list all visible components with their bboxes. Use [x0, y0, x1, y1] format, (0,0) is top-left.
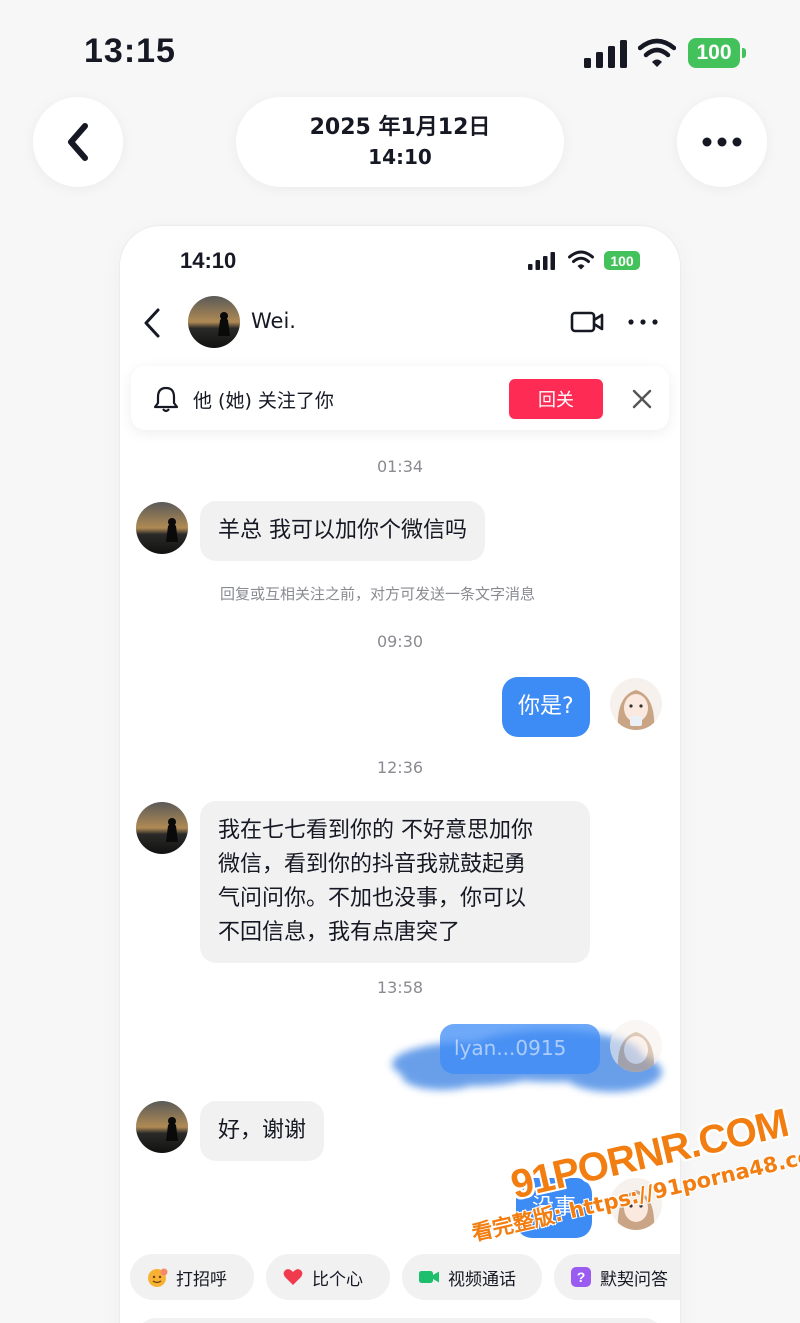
quick-reply-chip[interactable]: 视频通话 [402, 1254, 542, 1300]
quick-reply-label: 默契问答 [600, 1269, 668, 1290]
more-options-button[interactable] [677, 97, 767, 187]
outgoing-message[interactable]: 你是? [502, 677, 590, 737]
ellipsis-icon[interactable] [626, 310, 660, 334]
message-line: 不回信息，我有点唐突了 [218, 920, 461, 945]
message-timestamp: 13:58 [376, 978, 424, 997]
quick-reply-label: 视频通话 [448, 1269, 516, 1290]
chevron-left-icon [68, 123, 88, 161]
quick-reply-bar: 打招呼 比个心 视频通话 ? 默契问答 [120, 1254, 680, 1302]
wave-emoji-icon [148, 1268, 168, 1287]
system-note: 回复或互相关注之前，对方可发送一条文字消息 [220, 585, 536, 603]
message-timestamp: 12:36 [376, 758, 424, 777]
chat-header: Wei. [120, 292, 680, 356]
inner-clock: 14:10 [180, 248, 237, 273]
incoming-message[interactable]: 我在七七看到你的 不好意思加你 微信，看到你的抖音我就鼓起勇 气问问你。不加也没… [200, 801, 590, 963]
contact-avatar[interactable] [136, 1101, 188, 1153]
svg-text:?: ? [577, 1269, 586, 1285]
message-line: 我在七七看到你的 不好意思加你 [218, 818, 533, 843]
heart-icon [283, 1269, 303, 1285]
message-input[interactable] [136, 1318, 664, 1323]
outer-clock: 13:15 [84, 32, 176, 70]
quick-reply-chip[interactable]: 比个心 [266, 1254, 390, 1300]
signal-icon [584, 40, 627, 68]
bell-icon [153, 386, 179, 413]
quick-reply-chip[interactable]: ? 默契问答 [554, 1254, 680, 1300]
obscured-message-text: lyan...0915 [454, 1036, 567, 1060]
user-avatar[interactable] [610, 678, 662, 730]
outer-status-bar: 13:15 100 [0, 0, 800, 100]
wifi-icon [568, 250, 594, 270]
follow-back-button[interactable]: 回关 [509, 379, 603, 419]
signal-icon [528, 252, 555, 270]
quick-reply-label: 打招呼 [176, 1269, 227, 1290]
user-avatar[interactable] [610, 1020, 662, 1072]
question-icon: ? [571, 1267, 591, 1287]
message-line: 气问问你。不加也没事，你可以 [218, 886, 527, 911]
follow-notice-banner: 他 (她) 关注了你 回关 [131, 366, 669, 430]
date-time-pill: 2025 年1月12日 14:10 [236, 97, 564, 187]
close-icon[interactable] [629, 386, 655, 412]
incoming-message[interactable]: 羊总 我可以加你个微信吗 [200, 501, 485, 561]
message-line: 微信，看到你的抖音我就鼓起勇 [218, 852, 527, 877]
ellipsis-icon [702, 137, 742, 147]
contact-avatar[interactable] [136, 802, 188, 854]
message-timestamp: 01:34 [376, 457, 424, 476]
time-label: 14:10 [368, 145, 432, 169]
battery-icon: 100 [688, 38, 746, 68]
video-call-icon [419, 1271, 439, 1283]
quick-reply-chip[interactable]: 打招呼 [130, 1254, 254, 1300]
contact-avatar[interactable] [188, 296, 240, 348]
back-button[interactable] [33, 97, 123, 187]
follow-notice-text: 他 (她) 关注了你 [193, 390, 334, 412]
contact-avatar[interactable] [136, 502, 188, 554]
battery-icon: 100 [604, 251, 640, 270]
message-timestamp: 09:30 [376, 632, 424, 651]
date-label: 2025 年1月12日 [309, 115, 491, 140]
video-call-icon[interactable] [570, 310, 604, 334]
incoming-message[interactable]: 好，谢谢 [200, 1101, 325, 1161]
chevron-left-icon[interactable] [140, 306, 164, 340]
contact-name[interactable]: Wei. [251, 309, 296, 333]
wifi-icon [638, 38, 676, 67]
quick-reply-label: 比个心 [312, 1269, 363, 1290]
